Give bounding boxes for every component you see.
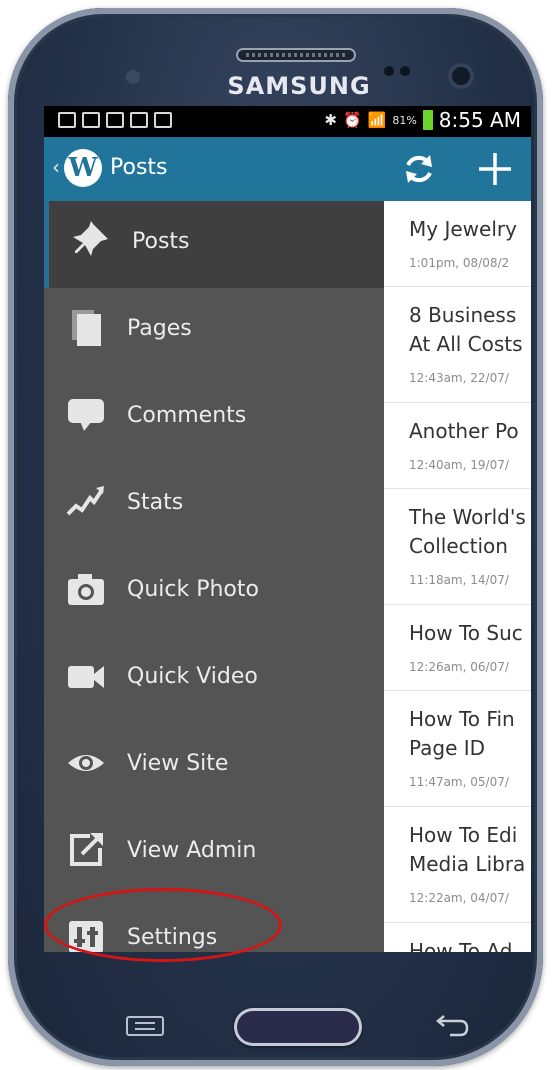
up-chevron-icon[interactable]: ‹ [52,155,60,179]
eye-icon [66,743,106,783]
drawer-item-quick-photo[interactable]: Quick Photo [44,549,384,636]
settings-highlight-ellipse [44,888,282,962]
list-item[interactable]: How To Edi Media Libra 12:22am, 04/07/ [384,807,531,923]
status-time: 8:55 AM [438,108,521,132]
alarm-icon: ⏰ [342,111,362,129]
drawer-item-label: View Admin [127,838,257,863]
device-screen: ✱ ⏰ 📶 81% 8:55 AM ‹ W Posts Posts Pages … [44,106,531,952]
system-indicators: ✱ ⏰ 📶 81% 8:55 AM [324,108,521,132]
post-title: How To Fin Page ID [409,707,515,760]
wordpress-logo-icon[interactable]: W [64,149,102,187]
list-item[interactable]: 8 Business At All Costs 12:43am, 22/07/ [384,287,531,403]
light-sensor [400,66,410,76]
list-item[interactable]: My Jewelry 1:01pm, 08/08/2 [384,201,531,287]
drawer-item-stats[interactable]: Stats [44,462,384,549]
indicator-light [126,70,140,84]
list-item[interactable]: How To Fin Page ID 11:47am, 05/07/ [384,691,531,807]
list-item[interactable]: The World's Collection 11:18am, 14/07/ [384,489,531,605]
drawer-item-label: Posts [132,229,190,254]
pages-icon [66,308,106,348]
action-bar: ‹ W Posts [44,137,531,201]
list-item[interactable]: Another Po 12:40am, 19/07/ [384,403,531,489]
post-date: 12:22am, 04/07/ [409,891,509,905]
notification-icon [58,112,76,128]
drawer-item-label: Quick Photo [127,577,259,602]
post-date: 11:47am, 05/07/ [409,775,509,789]
navigation-drawer: Posts Pages Comments Stats Quick Photo Q… [44,201,384,952]
status-bar: ✱ ⏰ 📶 81% 8:55 AM [44,106,531,137]
earpiece-speaker [236,48,356,62]
battery-percent: 81% [392,113,417,127]
email-icon [106,112,124,128]
post-title: My Jewelry [409,217,517,241]
drawer-item-label: Pages [127,316,192,341]
drawer-item-pages[interactable]: Pages [44,288,384,375]
brand-logo: SAMSUNG [227,72,371,100]
notification-icons [58,112,172,128]
stats-icon [66,482,106,522]
external-link-icon [66,830,106,870]
email-icon [82,112,100,128]
post-date: 12:43am, 22/07/ [409,371,509,385]
front-camera [448,63,474,89]
post-date: 11:18am, 14/07/ [409,573,509,587]
list-item[interactable]: How To Suc 12:26am, 06/07/ [384,605,531,691]
drawer-item-label: View Site [127,751,229,776]
bluetooth-icon: ✱ [324,111,337,129]
post-title: How To Edi Media Libra [409,823,526,876]
post-title: How To Ad [409,939,513,952]
wifi-icon: 📶 [367,111,387,129]
drawer-item-label: Quick Video [127,664,258,689]
drawer-item-posts[interactable]: Posts [44,201,384,288]
drawer-item-view-admin[interactable]: View Admin [44,810,384,897]
post-date: 1:01pm, 08/08/2 [409,256,510,270]
menu-key[interactable] [126,1016,164,1036]
pin-icon [71,221,111,261]
add-post-icon[interactable] [473,147,517,191]
drawer-item-comments[interactable]: Comments [44,375,384,462]
post-title: The World's Collection [409,505,526,558]
home-button[interactable] [234,1008,362,1046]
download-icon [154,112,172,128]
drawer-item-quick-video[interactable]: Quick Video [44,636,384,723]
proximity-sensor [384,66,394,76]
post-title: Another Po [409,419,519,443]
list-item[interactable]: How To Ad [384,923,531,952]
post-title: How To Suc [409,621,523,645]
calendar-icon [130,112,148,128]
camera-icon [66,569,106,609]
refresh-icon[interactable] [399,149,439,189]
post-date: 12:40am, 19/07/ [409,458,509,472]
video-icon [66,656,106,696]
page-title[interactable]: Posts [110,155,168,180]
post-list: My Jewelry 1:01pm, 08/08/2 8 Business At… [384,201,531,952]
back-key[interactable] [432,1010,472,1038]
post-title: 8 Business At All Costs [409,303,523,356]
drawer-item-label: Stats [127,490,184,515]
drawer-item-view-site[interactable]: View Site [44,723,384,810]
post-date: 12:26am, 06/07/ [409,660,509,674]
comment-icon [66,395,106,435]
drawer-item-label: Comments [127,403,247,428]
battery-icon [422,110,433,130]
